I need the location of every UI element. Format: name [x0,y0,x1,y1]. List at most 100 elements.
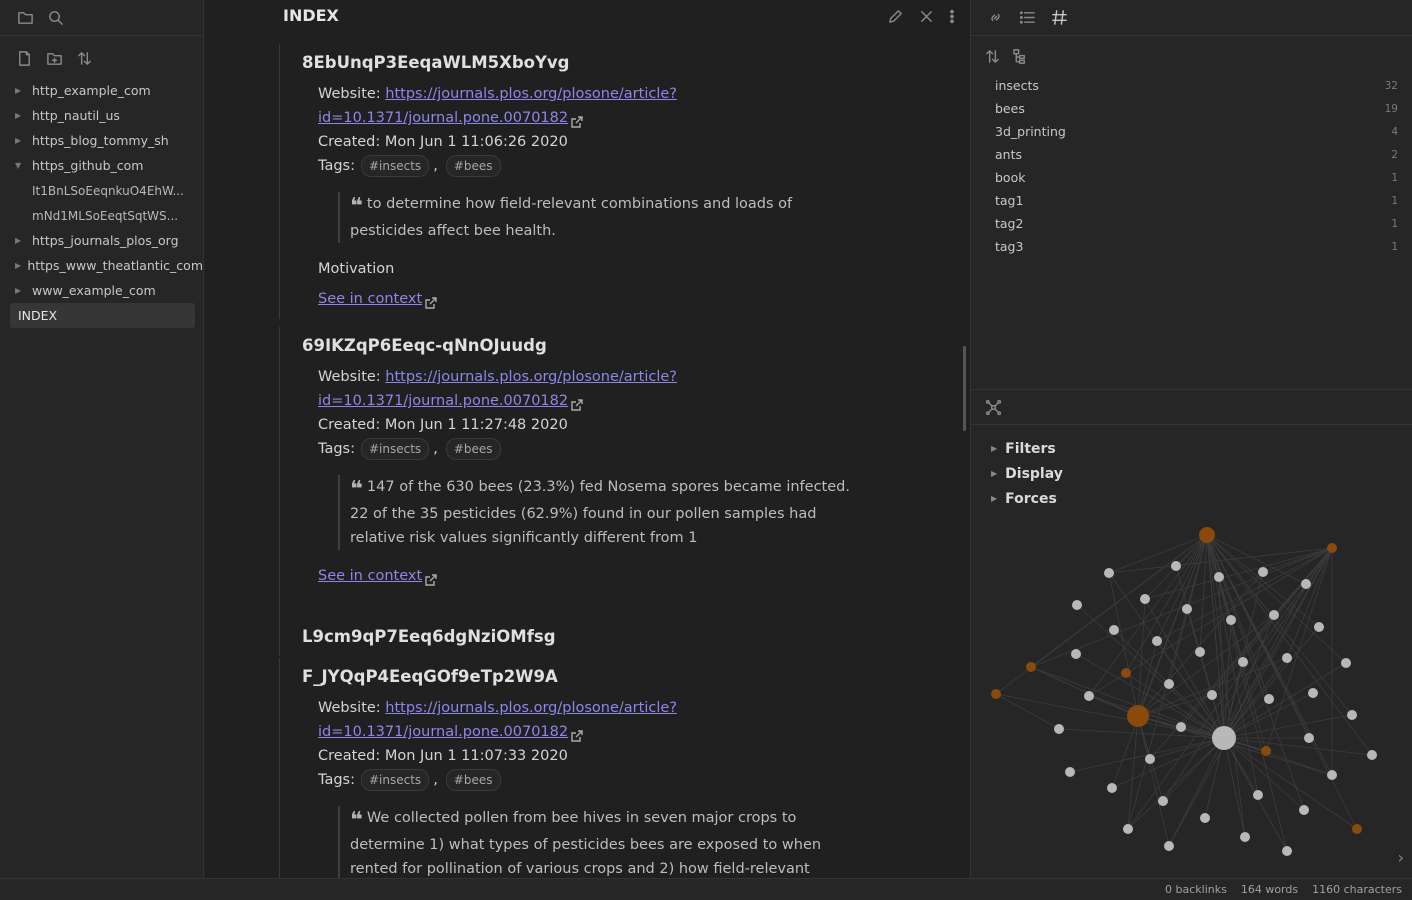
tag-list-item[interactable]: tag1 1 [995,189,1398,212]
new-folder-icon[interactable] [45,49,63,67]
graph-note-node[interactable] [1065,767,1075,777]
website-link-cont[interactable]: id=10.1371/journal.pone.0070182 [318,724,568,740]
new-note-icon[interactable] [15,49,33,67]
graph-tag-node[interactable] [1327,543,1337,553]
editor-scrollbar[interactable] [963,346,966,431]
graph-note-node[interactable] [1123,824,1133,834]
graph-note-node[interactable] [1207,690,1217,700]
graph-view-icon[interactable] [984,398,1002,416]
graph-view-canvas[interactable] [971,520,1412,870]
tree-folder[interactable]: ▶ https_www_theatlantic_com [0,253,203,278]
graph-note-node[interactable] [1158,796,1168,806]
tree-file[interactable]: mNd1MLSoEeqtSqtWS... [0,203,203,228]
chevron-right-icon[interactable]: › [1398,848,1404,867]
graph-note-node[interactable] [1200,813,1210,823]
folder-icon[interactable] [16,9,34,27]
tree-folder[interactable]: ▶ www_example_com [0,278,203,303]
graph-note-node[interactable] [1195,647,1205,657]
graph-filters-toggle[interactable]: ▶ Filters [991,436,1412,461]
graph-tag-node[interactable] [1026,662,1036,672]
graph-note-node[interactable] [1072,600,1082,610]
tag-pill[interactable]: #bees [445,155,501,177]
graph-note-node[interactable] [1164,679,1174,689]
see-in-context-link[interactable]: See in context [318,291,422,307]
tag-pill[interactable]: #bees [445,769,501,791]
tree-folder[interactable]: ▶ https_blog_tommy_sh [0,128,203,153]
graph-tag-node[interactable] [1127,705,1149,727]
graph-note-node[interactable] [1107,783,1117,793]
tree-view-icon[interactable] [1011,47,1029,65]
graph-note-node[interactable] [1308,688,1318,698]
graph-note-node[interactable] [1282,653,1292,663]
tag-pill[interactable]: #insects [361,438,430,460]
tree-folder[interactable]: ▼ https_github_com [0,153,203,178]
sort-icon[interactable] [983,47,1001,65]
graph-note-node[interactable] [1240,832,1250,842]
graph-tag-node[interactable] [1199,527,1215,543]
graph-note-node[interactable] [1253,790,1263,800]
website-link-cont[interactable]: id=10.1371/journal.pone.0070182 [318,393,568,409]
tag-pill[interactable]: #bees [445,438,501,460]
close-icon[interactable] [917,7,935,25]
graph-note-node[interactable] [1301,579,1311,589]
website-link-cont[interactable]: id=10.1371/journal.pone.0070182 [318,110,568,126]
tree-file[interactable]: It1BnLSoEeqnkuO4EhW... [0,178,203,203]
tag-list-item[interactable]: tag3 1 [995,235,1398,258]
graph-note-node[interactable] [1299,805,1309,815]
tag-pill[interactable]: #insects [361,155,430,177]
graph-note-node[interactable] [1164,841,1174,851]
graph-tag-node[interactable] [991,689,1001,699]
graph-note-node[interactable] [1226,615,1236,625]
tree-folder[interactable]: ▶ http_nautil_us [0,103,203,128]
website-link[interactable]: https://journals.plos.org/plosone/articl… [385,700,677,716]
graph-note-node[interactable] [1238,657,1248,667]
hashtag-icon[interactable] [1050,9,1068,27]
search-icon[interactable] [46,9,64,27]
website-link[interactable]: https://journals.plos.org/plosone/articl… [385,86,677,102]
tree-file-active[interactable]: INDEX [10,303,195,328]
graph-note-node[interactable] [1214,572,1224,582]
tree-folder[interactable]: ▶ http_example_com [0,78,203,103]
tag-pill[interactable]: #insects [361,769,430,791]
more-options-icon[interactable] [948,7,956,25]
tree-folder[interactable]: ▶ https_journals_plos_org [0,228,203,253]
graph-note-node[interactable] [1071,649,1081,659]
tag-list-item[interactable]: insects 32 [995,74,1398,97]
tag-list-item[interactable]: tag2 1 [995,212,1398,235]
graph-note-node[interactable] [1145,754,1155,764]
website-link[interactable]: https://journals.plos.org/plosone/articl… [385,369,677,385]
graph-note-node[interactable] [1367,750,1377,760]
graph-tag-node[interactable] [1121,668,1131,678]
graph-note-node[interactable] [1269,610,1279,620]
graph-note-node[interactable] [1212,726,1236,750]
graph-note-node[interactable] [1264,694,1274,704]
graph-tag-node[interactable] [1261,746,1271,756]
graph-note-node[interactable] [1347,710,1357,720]
tag-list-item[interactable]: bees 19 [995,97,1398,120]
graph-note-node[interactable] [1140,594,1150,604]
graph-note-node[interactable] [1176,722,1186,732]
graph-note-node[interactable] [1084,691,1094,701]
sort-icon[interactable] [75,49,93,67]
tag-list-item[interactable]: ants 2 [995,143,1398,166]
graph-note-node[interactable] [1054,724,1064,734]
outline-list-icon[interactable] [1018,9,1036,27]
graph-note-node[interactable] [1327,770,1337,780]
graph-note-node[interactable] [1104,568,1114,578]
graph-note-node[interactable] [1152,636,1162,646]
graph-note-node[interactable] [1171,561,1181,571]
graph-note-node[interactable] [1282,846,1292,856]
graph-display-toggle[interactable]: ▶ Display [991,461,1412,486]
tag-list-item[interactable]: book 1 [995,166,1398,189]
link-icon[interactable] [986,9,1004,27]
graph-note-node[interactable] [1258,567,1268,577]
graph-note-node[interactable] [1109,625,1119,635]
graph-note-node[interactable] [1182,604,1192,614]
graph-tag-node[interactable] [1352,824,1362,834]
tag-list-item[interactable]: 3d_printing 4 [995,120,1398,143]
graph-note-node[interactable] [1314,622,1324,632]
graph-note-node[interactable] [1341,658,1351,668]
graph-note-node[interactable] [1304,733,1314,743]
see-in-context-link[interactable]: See in context [318,568,422,584]
edit-pencil-icon[interactable] [886,7,904,25]
